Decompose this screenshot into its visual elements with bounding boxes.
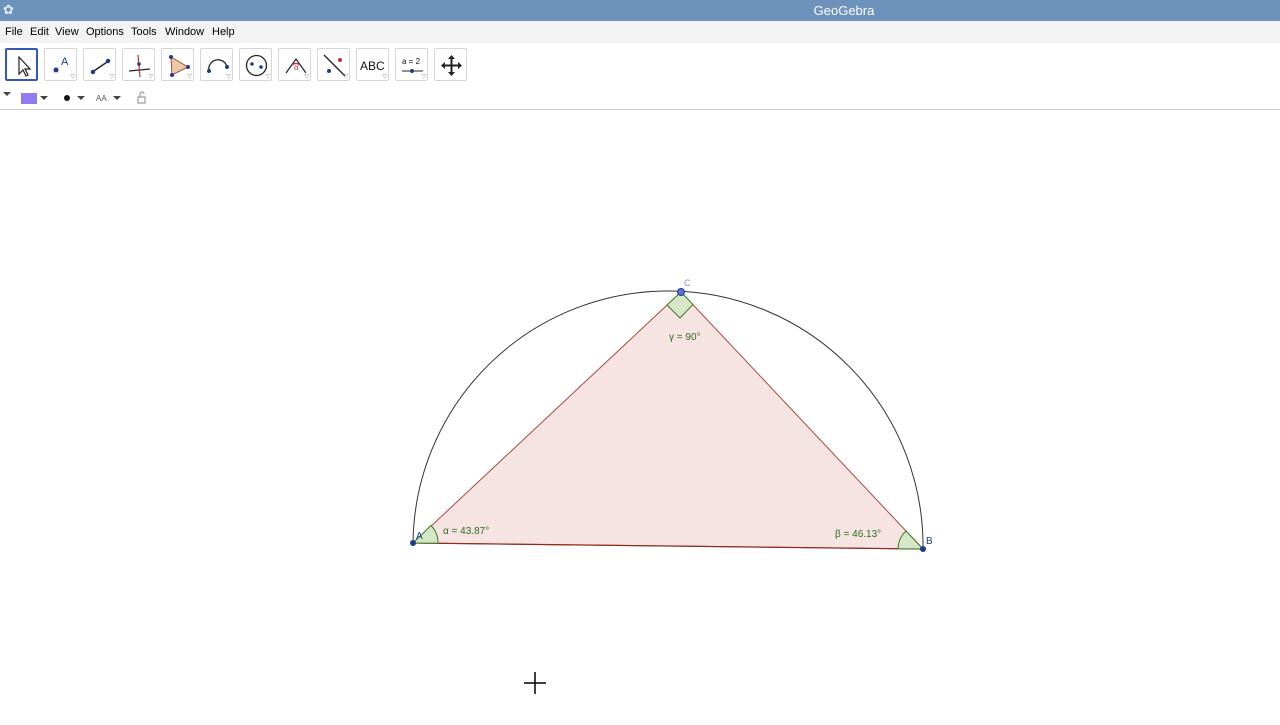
window-title: GeoGebra xyxy=(813,3,875,18)
line-tool-button[interactable]: ▽ xyxy=(83,48,116,81)
color-swatch[interactable] xyxy=(21,93,37,104)
graphics-view[interactable]: α = 43.87° β = 46.13° γ = 90° A B C xyxy=(0,110,1280,720)
triangle-abc[interactable] xyxy=(411,291,925,550)
ellipse-tool-button[interactable]: ▽ xyxy=(239,48,272,81)
text-size-chevron-icon[interactable] xyxy=(113,96,121,100)
text-tool-label: ABC xyxy=(360,59,385,73)
style-bar: AA xyxy=(0,88,1280,110)
reflect-tool-button[interactable]: ▽ xyxy=(317,48,350,81)
title-bar: ✿ GeoGebra xyxy=(0,0,1280,21)
menu-options[interactable]: Options xyxy=(86,26,124,38)
slider-tool-button[interactable]: a = 2 ▽ xyxy=(395,48,428,81)
toggle-style-bar-icon[interactable] xyxy=(3,92,11,96)
crosshair-cursor-icon xyxy=(524,672,546,694)
angle-gamma-label: γ = 90° xyxy=(669,332,701,343)
menu-window[interactable]: Window xyxy=(165,26,204,38)
perpendicular-line-tool-button[interactable]: ▽ xyxy=(122,48,155,81)
angle-tool-label: α xyxy=(294,63,299,72)
angle-alpha-label: α = 43.87° xyxy=(443,526,489,537)
lock-shackle-icon xyxy=(139,91,145,97)
arrow-cursor-icon xyxy=(18,55,32,77)
point-style-icon[interactable] xyxy=(64,95,70,101)
menu-file[interactable]: File xyxy=(5,26,23,38)
menu-edit[interactable]: Edit xyxy=(30,26,49,38)
point-a-label: A xyxy=(416,531,423,542)
text-tool-button[interactable]: ABC ▽ xyxy=(356,48,389,81)
slider-tool-label: a = 2 xyxy=(402,57,421,66)
move-arrows-icon xyxy=(441,55,462,76)
toolbar: A ▽ ▽ ▽ ▽ ▽ ▽ α ▽ ▽ ABC ▽ a = 2 ▽ xyxy=(0,43,1280,89)
point-style-chevron-icon[interactable] xyxy=(77,96,85,100)
text-size-icon[interactable]: AA xyxy=(96,94,107,103)
menu-tools[interactable]: Tools xyxy=(131,26,157,38)
angle-beta-label: β = 46.13° xyxy=(835,529,881,540)
point-b-label: B xyxy=(926,536,933,547)
circle-tool-button[interactable]: ▽ xyxy=(200,48,233,81)
lock-icon[interactable] xyxy=(137,96,146,104)
menu-view[interactable]: View xyxy=(55,26,79,38)
point-c[interactable] xyxy=(677,288,685,296)
point-tool-button[interactable]: A ▽ xyxy=(44,48,77,81)
angle-tool-button[interactable]: α ▽ xyxy=(278,48,311,81)
move-graphics-view-tool-button[interactable] xyxy=(434,48,467,81)
move-tool-button[interactable] xyxy=(5,48,38,81)
menu-bar: File Edit View Options Tools Window Help xyxy=(0,21,1280,43)
polygon-tool-button[interactable]: ▽ xyxy=(161,48,194,81)
point-c-label: C xyxy=(684,278,691,288)
color-dropdown-chevron-icon[interactable] xyxy=(40,96,48,100)
menu-help[interactable]: Help xyxy=(212,26,235,38)
point-tool-label: A xyxy=(61,56,69,68)
